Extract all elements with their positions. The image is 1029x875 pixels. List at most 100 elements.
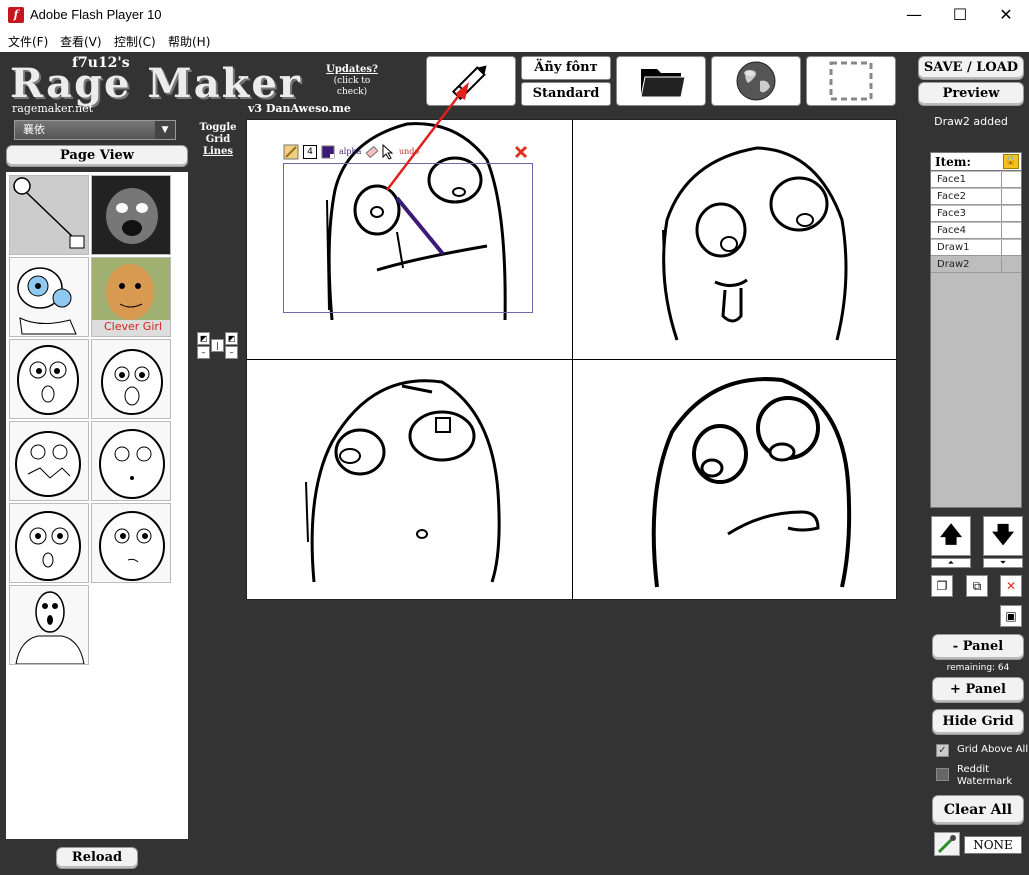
updates-title: Updates? [326,64,378,75]
layer-lock-cell[interactable] [1001,223,1021,238]
color-value-field[interactable]: NONE [964,836,1022,854]
grid-above-all-label: Grid Above All [957,744,1029,755]
move-top-icon[interactable]: ⏶ [931,558,971,568]
title-bar: f Adobe Flash Player 10 — ☐ ✕ [0,0,1029,30]
any-font-button[interactable]: Äñy fônт [521,56,611,80]
layer-header-label: Item: [935,155,971,169]
face-thumb[interactable] [9,339,89,419]
close-window-button[interactable]: ✕ [983,0,1029,30]
layer-item-label: Face3 [937,208,966,219]
version-label: v3 DanAweso.me [248,102,351,115]
layer-item-face3[interactable]: Face3 [931,206,1021,222]
status-message: Draw2 added [934,115,1008,128]
grid-resize-icon[interactable]: ◩ [225,332,238,345]
face-thumb[interactable] [91,503,171,583]
duplicate-icon[interactable]: ⧉ [966,575,988,597]
save-load-button[interactable]: SAVE / LOAD [918,56,1024,80]
category-dropdown[interactable]: 襄依 ▼ [14,120,176,140]
reddit-watermark-checkbox[interactable] [936,768,949,781]
layer-lock-cell[interactable] [1001,206,1021,221]
face-thumb[interactable]: Clever Girl [91,257,171,337]
updates-link[interactable]: Updates? (click to check) [318,64,386,98]
face-thumb[interactable] [9,585,89,665]
layer-item-label: Face1 [937,174,966,185]
hide-grid-button[interactable]: Hide Grid [932,709,1024,735]
layer-item-face1[interactable]: Face1 [931,172,1021,188]
chevron-down-icon: ▼ [155,121,175,139]
layer-list: Item: 🔒 Face1 Face2 Face3 Face4 Draw1 Dr… [930,152,1022,508]
face-thumb[interactable] [9,503,89,583]
logo-title: Rage Maker [10,60,302,107]
maximize-button[interactable]: ☐ [937,0,983,30]
layer-lock-cell[interactable] [1001,172,1021,187]
remove-panel-button[interactable]: - Panel [932,634,1024,660]
add-panel-button[interactable]: + Panel [932,677,1024,703]
clear-all-button[interactable]: Clear All [932,795,1024,825]
layer-lock-cell[interactable] [1001,240,1021,255]
face-thumb[interactable] [9,175,89,255]
grid-shrink-icon[interactable]: – [197,346,210,359]
comic-canvas[interactable]: 4 alpha undo [246,82,897,600]
grid-resize-icon[interactable]: ◩ [197,332,210,345]
updates-sub: (click to check) [333,76,371,97]
move-up-button[interactable]: 🡅 [931,516,971,556]
eyedropper-icon [937,835,956,854]
standard-font-button[interactable]: Standard [521,82,611,106]
layer-item-face2[interactable]: Face2 [931,189,1021,205]
face-thumb[interactable] [91,339,171,419]
lock-icon[interactable]: 🔒 [1003,154,1019,169]
face-thumb[interactable] [9,257,89,337]
grid-center-icon[interactable]: | [211,339,224,352]
layer-lock-cell[interactable] [1001,257,1021,272]
remaining-panels: remaining: 64 [946,663,1010,673]
reddit-watermark-label: Reddit Watermark [957,764,1013,787]
layer-item-face4[interactable]: Face4 [931,223,1021,239]
toggle-grid-line1: Toggle [199,122,237,133]
menu-control[interactable]: 控制(C) [114,33,156,50]
clever-girl-caption: Clever Girl [104,320,162,333]
toggle-grid-lines-link[interactable]: Toggle Grid Lines [198,122,238,158]
menu-view[interactable]: 查看(V) [60,33,102,50]
globe-icon [736,61,776,101]
layer-item-label: Draw1 [937,242,970,253]
toggle-grid-line3: Lines [202,146,234,157]
open-folder-button[interactable] [616,56,706,106]
rage-maker-app: f7u12's Rage Maker ragemaker.net Updates… [0,52,1029,875]
save-icon[interactable]: ▣ [1000,605,1022,627]
eyedropper-button[interactable] [934,832,960,856]
select-tool-button[interactable] [806,56,896,106]
rage-face-panel-2[interactable] [637,140,857,345]
face-library: Clever Girl [6,172,188,839]
layer-lock-cell[interactable] [1001,189,1021,204]
flash-app-icon: f [8,7,24,23]
grid-line-horizontal [247,359,896,360]
red-arrow-annotation [386,82,469,191]
copy-icon[interactable]: ❐ [931,575,953,597]
face-thumb[interactable] [91,421,171,501]
menu-help[interactable]: 帮助(H) [168,33,210,50]
preview-button[interactable]: Preview [918,82,1024,106]
menu-file[interactable]: 文件(F) [8,33,48,50]
page-view-button[interactable]: Page View [6,145,188,167]
grid-shrink-icon[interactable]: – [225,346,238,359]
face-thumb[interactable] [91,175,171,255]
grid-above-all-checkbox[interactable]: ✓ [936,744,949,757]
rage-face-panel-4[interactable] [642,372,862,592]
layer-item-label: Face4 [937,225,966,236]
layer-item-label: Face2 [937,191,966,202]
category-dropdown-value: 襄依 [23,123,45,136]
delete-icon[interactable]: ✕ [1000,575,1022,597]
reload-button[interactable]: Reload [56,847,138,869]
layer-item-draw1[interactable]: Draw1 [931,240,1021,256]
rage-face-panel-3[interactable] [302,372,522,587]
layer-item-draw2[interactable]: Draw2 [931,257,1021,273]
face-thumb[interactable] [9,421,89,501]
selection-icon [829,61,873,101]
web-image-button[interactable] [711,56,801,106]
folder-icon [640,69,686,98]
move-bottom-icon[interactable]: ⏷ [983,558,1023,568]
grid-size-control: ◩ – | ◩ – [197,332,241,360]
minimize-button[interactable]: — [891,0,937,30]
reload-label: Reload [71,850,123,865]
move-down-button[interactable]: 🡇 [983,516,1023,556]
